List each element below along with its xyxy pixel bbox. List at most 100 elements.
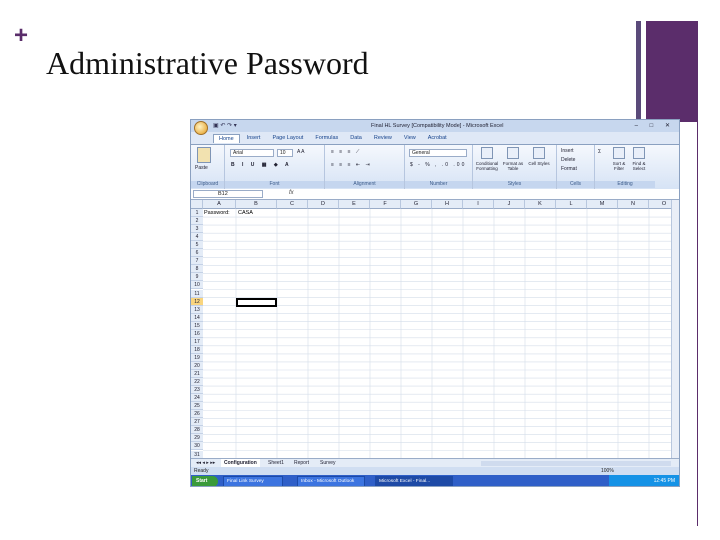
row-header-11[interactable]: 11 (191, 289, 203, 298)
column-header-b[interactable]: B (236, 200, 277, 209)
font-style-buttons[interactable]: B I U ▦ ◆ A (231, 162, 292, 168)
row-header-2[interactable]: 2 (191, 217, 203, 226)
row-header-8[interactable]: 8 (191, 265, 203, 274)
sheet-nav-arrows[interactable]: ◂◂ ◂ ▸ ▸▸ (193, 459, 218, 467)
tab-home[interactable]: Home (213, 134, 240, 143)
insert-cells-button[interactable]: Insert (561, 148, 574, 154)
column-header-c[interactable]: C (277, 200, 308, 209)
conditional-formatting-label[interactable]: Conditional Formatting (474, 161, 500, 171)
column-header-a[interactable]: A (203, 200, 236, 209)
conditional-formatting-icon[interactable] (481, 147, 493, 159)
quick-access-toolbar[interactable]: ▣ ↶ ↷ ▾ (213, 122, 237, 129)
sheet-tab-configuration[interactable]: Configuration (221, 459, 260, 467)
column-header-i[interactable]: I (463, 200, 494, 209)
row-header-30[interactable]: 30 (191, 442, 203, 451)
row-header-21[interactable]: 21 (191, 370, 203, 379)
row-header-18[interactable]: 18 (191, 345, 203, 354)
sort-filter-icon[interactable] (613, 147, 625, 159)
font-label: Font (225, 181, 324, 188)
row-header-25[interactable]: 25 (191, 402, 203, 411)
task-excel[interactable]: Microsoft Excel - Final... (375, 476, 453, 486)
tab-formulas[interactable]: Formulas (310, 134, 343, 143)
format-table-label[interactable]: Format as Table (501, 161, 525, 171)
row-header-4[interactable]: 4 (191, 233, 203, 242)
row-header-26[interactable]: 26 (191, 410, 203, 419)
vertical-align-icons[interactable]: ≡ ≡ ≡ ⟋ (331, 149, 361, 155)
row-header-22[interactable]: 22 (191, 378, 203, 387)
row-header-7[interactable]: 7 (191, 257, 203, 266)
name-box[interactable]: B12 (193, 190, 263, 198)
paste-label[interactable]: Paste (195, 165, 208, 171)
cell-b1[interactable]: CASA (238, 210, 253, 216)
sheet-tab-sheet1[interactable]: Sheet1 (265, 459, 287, 467)
row-header-5[interactable]: 5 (191, 241, 203, 250)
row-header-12[interactable]: 12 (191, 297, 203, 306)
task-outlook[interactable]: Inbox - Microsoft Outlook (297, 476, 365, 486)
format-cells-button[interactable]: Format (561, 166, 577, 172)
row-header-17[interactable]: 17 (191, 337, 203, 346)
start-button[interactable]: Start (192, 476, 218, 486)
vertical-scrollbar[interactable] (671, 200, 679, 458)
row-header-1[interactable]: 1 (191, 209, 203, 218)
column-header-f[interactable]: F (370, 200, 401, 209)
autosum-icon[interactable]: Σ (598, 149, 601, 155)
row-header-28[interactable]: 28 (191, 426, 203, 435)
sheet-tab-report[interactable]: Report (291, 459, 312, 467)
find-select-label[interactable]: Find & Select (629, 161, 649, 171)
column-header-l[interactable]: L (556, 200, 587, 209)
office-button-icon[interactable] (194, 121, 208, 135)
worksheet-grid[interactable]: ABCDEFGHIJKLMNO 1 2 3 4 5 6 7 8 9 10 11 12 13 14 15 16 1… (191, 200, 679, 459)
row-header-9[interactable]: 9 (191, 273, 203, 282)
row-header-13[interactable]: 13 (191, 305, 203, 314)
window-controls[interactable]: ‒ □ ✕ (635, 122, 675, 129)
row-header-23[interactable]: 23 (191, 386, 203, 395)
zoom-level[interactable]: 100% (601, 467, 614, 475)
row-header-3[interactable]: 3 (191, 225, 203, 234)
cell-styles-icon[interactable] (533, 147, 545, 159)
row-header-10[interactable]: 10 (191, 281, 203, 290)
column-header-m[interactable]: M (587, 200, 618, 209)
clock: 12:45 PM (653, 478, 675, 484)
row-header-29[interactable]: 29 (191, 434, 203, 443)
tab-insert[interactable]: Insert (242, 134, 266, 143)
font-grow-icon[interactable]: A A (297, 149, 305, 155)
number-format-select[interactable]: General (409, 149, 467, 157)
column-header-h[interactable]: H (432, 200, 463, 209)
sheet-tab-survey[interactable]: Survey (317, 459, 339, 467)
task-final-link-survey[interactable]: Final Link Survey (223, 476, 283, 486)
row-header-20[interactable]: 20 (191, 361, 203, 370)
tab-page-layout[interactable]: Page Layout (267, 134, 308, 143)
column-header-e[interactable]: E (339, 200, 370, 209)
fx-icon[interactable]: fx (289, 190, 294, 196)
horizontal-scrollbar[interactable] (481, 461, 671, 466)
column-header-n[interactable]: N (618, 200, 649, 209)
horizontal-align-icons[interactable]: ≡ ≡ ≡ ⇤ ⇥ (331, 162, 372, 168)
tab-acrobat[interactable]: Acrobat (423, 134, 452, 143)
tab-review[interactable]: Review (369, 134, 397, 143)
row-header-14[interactable]: 14 (191, 313, 203, 322)
delete-cells-button[interactable]: Delete (561, 157, 575, 163)
row-header-15[interactable]: 15 (191, 321, 203, 330)
find-select-icon[interactable] (633, 147, 645, 159)
number-format-icons[interactable]: $ - % , .0 .00 (410, 162, 466, 168)
paste-icon[interactable] (197, 147, 211, 163)
select-all-corner[interactable] (191, 200, 203, 209)
font-size-select[interactable]: 10 (277, 149, 293, 157)
row-header-19[interactable]: 19 (191, 353, 203, 362)
row-header-16[interactable]: 16 (191, 329, 203, 338)
selected-cell[interactable] (236, 298, 277, 307)
tab-view[interactable]: View (399, 134, 421, 143)
column-header-d[interactable]: D (308, 200, 339, 209)
column-header-g[interactable]: G (401, 200, 432, 209)
cell-a1[interactable]: Password: (204, 210, 230, 216)
tab-data[interactable]: Data (345, 134, 367, 143)
cell-styles-label[interactable]: Cell Styles (527, 161, 551, 166)
row-header-27[interactable]: 27 (191, 418, 203, 427)
row-header-24[interactable]: 24 (191, 394, 203, 403)
column-header-k[interactable]: K (525, 200, 556, 209)
row-header-6[interactable]: 6 (191, 249, 203, 258)
sort-filter-label[interactable]: Sort & Filter (609, 161, 629, 171)
column-header-j[interactable]: J (494, 200, 525, 209)
format-table-icon[interactable] (507, 147, 519, 159)
font-name-select[interactable]: Arial (230, 149, 274, 157)
